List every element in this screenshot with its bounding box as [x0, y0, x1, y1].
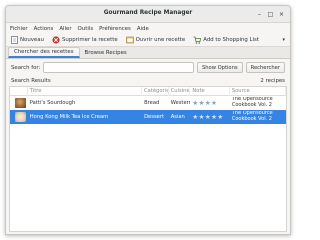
star-icon: ★: [211, 100, 217, 106]
results-header: Search Results 2 recipes: [6, 76, 290, 86]
delete-recipe-label: Supprimer la recette: [61, 37, 118, 43]
minimize-icon[interactable]: –: [255, 10, 264, 19]
star-icon: ★: [192, 100, 199, 106]
star-icon: ★: [192, 114, 199, 120]
column-header-title[interactable]: Titre: [28, 86, 143, 96]
table-row[interactable]: Hong Kong Milk Tea Ice Cream Dessert Asi…: [10, 110, 286, 124]
title-bar[interactable]: Gourmand Recipe Manager – □ ×: [6, 6, 290, 23]
recipe-cuisine: Western: [170, 100, 191, 106]
recipe-category: Dessert: [144, 114, 165, 120]
star-icon: ★: [211, 114, 217, 120]
column-header-source[interactable]: Source: [230, 86, 286, 96]
star-icon: ★: [198, 114, 205, 120]
chevron-down-icon[interactable]: ▾: [282, 37, 285, 43]
recipe-thumbnail: [15, 112, 26, 122]
thumbnail-cell: [10, 112, 28, 122]
star-rating: ★ ★ ★ ★: [192, 100, 229, 106]
tab-search-recipes[interactable]: Chercher des recettes: [8, 47, 80, 58]
table-row[interactable]: Patti's Sourdough Bread Western ★ ★ ★ ★ The…: [10, 96, 286, 110]
add-to-shopping-list-button[interactable]: Add to Shopping List: [193, 35, 259, 46]
column-header-cuisine[interactable]: Cuisine: [169, 86, 191, 96]
maximize-icon[interactable]: □: [266, 10, 275, 19]
menu-aller[interactable]: Aller: [59, 26, 71, 32]
recipe-rating[interactable]: ★ ★ ★ ★ ★: [190, 114, 229, 120]
new-recipe-button[interactable]: Nouveau: [10, 35, 44, 46]
image-column-header[interactable]: [10, 86, 28, 96]
close-icon[interactable]: ×: [277, 10, 286, 19]
recipe-source: The Opensource Cookbook Vol. 2: [231, 111, 273, 122]
menu-outils[interactable]: Outils: [78, 26, 94, 32]
new-recipe-icon: [10, 36, 18, 44]
open-recipe-button[interactable]: Ouvrir une recette: [125, 35, 186, 46]
column-header-rating[interactable]: Note: [190, 86, 230, 96]
menu-preferences[interactable]: Préférences: [99, 26, 131, 32]
star-icon: ★: [204, 114, 211, 120]
menu-bar: Fichier Actions Aller Outils Préférences…: [6, 23, 290, 34]
star-icon: ★: [217, 114, 224, 120]
delete-recipe-button[interactable]: Supprimer la recette: [52, 35, 118, 46]
app-window: Gourmand Recipe Manager – □ × Fichier Ac…: [5, 5, 291, 235]
recipe-rating[interactable]: ★ ★ ★ ★: [190, 100, 229, 106]
recipe-cuisine: Asian: [170, 114, 185, 120]
star-rating: ★ ★ ★ ★ ★: [192, 114, 229, 120]
recipe-title: Patti's Sourdough: [29, 100, 76, 106]
recipe-category: Bread: [144, 100, 160, 106]
tab-bar: Chercher des recettes Browse Recipes: [6, 47, 290, 59]
menu-actions[interactable]: Actions: [34, 26, 54, 32]
search-label: Search for:: [11, 64, 41, 71]
recipe-title: Hong Kong Milk Tea Ice Cream: [29, 114, 109, 120]
menu-fichier[interactable]: Fichier: [10, 26, 28, 32]
results-heading: Search Results: [11, 78, 51, 84]
search-row: Search for: Show Options Rechercher: [6, 59, 290, 76]
tab-browse-recipes[interactable]: Browse Recipes: [80, 47, 132, 58]
search-button[interactable]: Rechercher: [245, 62, 285, 73]
recipe-thumbnail: [15, 98, 26, 108]
table-header: Titre Catégorie Cuisine Note Source: [10, 86, 286, 96]
open-recipe-icon: [125, 36, 134, 44]
menu-aide[interactable]: Aide: [137, 26, 149, 32]
recipe-source: The Opensource Cookbook Vol. 2: [231, 97, 273, 108]
delete-icon: [52, 36, 60, 44]
shopping-cart-icon: [193, 36, 202, 44]
star-icon: ★: [204, 100, 211, 106]
results-table: Titre Catégorie Cuisine Note Source Patt…: [9, 86, 287, 232]
window-title: Gourmand Recipe Manager: [103, 10, 193, 16]
toolbar: Nouveau Supprimer la recette Ouvrir une …: [6, 34, 290, 47]
open-recipe-label: Ouvrir une recette: [135, 37, 186, 43]
thumbnail-cell: [10, 98, 28, 108]
add-to-shopping-list-label: Add to Shopping List: [203, 37, 259, 43]
column-header-category[interactable]: Catégorie: [142, 86, 169, 96]
show-options-button[interactable]: Show Options: [196, 62, 243, 73]
search-input[interactable]: [43, 62, 194, 73]
results-count: 2 recipes: [260, 78, 285, 84]
new-recipe-label: Nouveau: [20, 37, 44, 43]
star-icon: ★: [198, 100, 205, 106]
